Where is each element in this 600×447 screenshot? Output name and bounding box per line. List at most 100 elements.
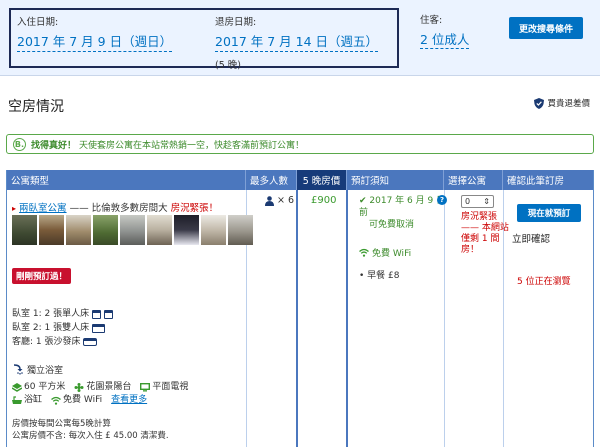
flower-icon bbox=[74, 383, 84, 392]
bed-text: 臥室 2: 1 張雙人床 bbox=[12, 323, 90, 333]
help-icon[interactable]: ? bbox=[437, 195, 447, 205]
header-price[interactable]: 5 晚房價 bbox=[297, 170, 347, 190]
recently-booked-badge: 剛剛預訂過！ bbox=[12, 268, 72, 284]
header-conditions: 預訂須知 bbox=[347, 170, 444, 190]
popularity-notice: B. 找得真好！ 天使套房公寓在本站常熱銷一空，快趁客滿前預訂公寓！ bbox=[6, 134, 594, 154]
bed-line: 臥室 2: 1 張雙人床 bbox=[12, 321, 113, 335]
garden-label: 花園景陽台 bbox=[86, 382, 132, 392]
select-arrows-icon: ⇕ bbox=[483, 197, 490, 206]
bed-line: 客廳: 1 張沙發床 bbox=[12, 335, 113, 349]
cancel-date-text: 2017 年 6 月 9 日前 bbox=[359, 196, 446, 218]
shield-check-icon bbox=[534, 97, 545, 109]
room-photo[interactable] bbox=[39, 215, 64, 245]
check-icon: ✔ bbox=[359, 196, 367, 206]
max-persons-cell: × 6 bbox=[265, 195, 294, 206]
room-photo[interactable] bbox=[12, 215, 37, 245]
room-title-line: ▸ 兩臥室公寓 —— 比倫敦多數房間大 房況緊張！ bbox=[12, 200, 218, 214]
scarcity-warning: 房況緊張 —— 本網站僅剩 1 間房！ bbox=[461, 212, 509, 255]
bed-line: 臥室 1: 2 張單人床 bbox=[12, 307, 114, 321]
checkin-date[interactable]: 2017 年 7 月 9 日（週日） bbox=[17, 31, 173, 52]
checkout-date[interactable]: 2017 年 7 月 14 日（週五） bbox=[215, 31, 379, 52]
notice-highlight: 找得真好！ bbox=[31, 140, 77, 151]
instant-confirmation: 立即確認 bbox=[512, 234, 551, 245]
facility-bath: 浴缸 bbox=[12, 394, 42, 407]
checkout-label: 退房日期: bbox=[215, 17, 257, 28]
table-header: 公寓類型 最多人數 5 晚房價 預訂須知 選擇公寓 確認此筆訂房 bbox=[7, 170, 593, 190]
facility-wifi: 免費 WiFi bbox=[51, 394, 102, 407]
change-search-button[interactable]: 更改搜尋條件 bbox=[509, 17, 583, 39]
guests-label: 住客: bbox=[420, 15, 443, 26]
nights-count: (5 晚) bbox=[215, 60, 241, 71]
bed-info: 臥室 1: 2 張單人床 臥室 2: 1 張雙人床 客廳: 1 張沙發床 bbox=[12, 307, 114, 349]
person-icon bbox=[265, 195, 274, 206]
free-cancel-label: 可免費取消 bbox=[369, 220, 415, 230]
max-persons-value: × 6 bbox=[277, 195, 295, 206]
header-select: 選擇公寓 bbox=[444, 170, 503, 190]
room-description: —— 比倫敦多數房間大 bbox=[69, 203, 168, 214]
breakfast-info: • 早餐 £8 bbox=[359, 271, 400, 281]
dates-box: 入住日期: 2017 年 7 月 9 日（週日） 退房日期: 2017 年 7 … bbox=[9, 8, 399, 71]
shower-icon bbox=[13, 364, 23, 375]
room-photos bbox=[12, 215, 253, 245]
room-photo[interactable] bbox=[93, 215, 118, 245]
wifi-icon bbox=[51, 396, 61, 405]
price-value: £900 bbox=[311, 195, 337, 206]
facility-tv: 平面電視 bbox=[140, 381, 188, 394]
conditions-cell: ✔ 2017 年 6 月 9 日前 可免費取消 ? bbox=[359, 195, 451, 231]
conditions-wifi-label: 免費 WiFi bbox=[372, 249, 412, 259]
room-photo[interactable] bbox=[201, 215, 226, 245]
single-bed-icon bbox=[92, 309, 102, 319]
availability-title: 空房情況 bbox=[8, 99, 64, 115]
bath-label: 浴缸 bbox=[24, 395, 43, 405]
search-summary-bar: 入住日期: 2017 年 7 月 9 日（週日） 退房日期: 2017 年 7 … bbox=[0, 0, 600, 76]
facility-line: 浴缸 免費 WiFi 查看更多 bbox=[12, 394, 194, 407]
facility-garden: 花園景陽台 bbox=[74, 381, 131, 394]
pricing-note: 房價按每間公寓每5晚計算 公寓房價不含: 每次入住 £ 45.00 清潔費. bbox=[12, 418, 169, 442]
price-guarantee-link[interactable]: 買貴退差價 bbox=[534, 97, 590, 109]
bathroom-label: 獨立浴室 bbox=[27, 366, 64, 376]
double-bed-icon bbox=[92, 323, 106, 333]
guests-value[interactable]: 2 位成人 bbox=[420, 29, 470, 49]
header-room-type: 公寓類型 bbox=[7, 170, 246, 190]
wifi-icon bbox=[359, 248, 369, 257]
room-table: 公寓類型 最多人數 5 晚房價 預訂須知 選擇公寓 確認此筆訂房 ▸ 兩臥室公寓… bbox=[6, 170, 594, 447]
checkout-column: 退房日期: 2017 年 7 月 14 日（週五） (5 晚) bbox=[215, 14, 379, 71]
checkin-label: 入住日期: bbox=[17, 17, 59, 28]
header-confirm: 確認此筆訂房 bbox=[507, 176, 565, 187]
guests-column: 住客: 2 位成人 bbox=[420, 12, 470, 49]
room-photo[interactable] bbox=[228, 215, 253, 245]
area-label: 60 平方米 bbox=[24, 382, 66, 392]
room-photo[interactable] bbox=[174, 215, 199, 245]
wifi-label: 免費 WiFi bbox=[63, 395, 103, 405]
room-photo[interactable] bbox=[147, 215, 172, 245]
people-viewing: 5 位正在瀏覽 bbox=[517, 277, 571, 287]
facility-line: 60 平方米 花園景陽台 平面電視 bbox=[12, 381, 194, 394]
price-column-right-border bbox=[346, 190, 348, 447]
conditions-wifi: 免費 WiFi bbox=[359, 246, 411, 259]
pricing-note-line: 房價按每間公寓每5晚計算 bbox=[12, 419, 111, 429]
tv-label: 平面電視 bbox=[152, 382, 189, 392]
facility-area: 60 平方米 bbox=[12, 381, 65, 394]
bed-text: 臥室 1: 2 張單人床 bbox=[12, 309, 90, 319]
room-hot-label: 房況緊張！ bbox=[170, 203, 219, 214]
room-quantity-select[interactable]: 0 ⇕ bbox=[461, 195, 494, 208]
see-more-link[interactable]: 查看更多 bbox=[111, 394, 147, 407]
room-photo[interactable] bbox=[120, 215, 145, 245]
bed-text: 客廳: 1 張沙發床 bbox=[12, 337, 81, 347]
tv-icon bbox=[140, 383, 151, 392]
single-bed-icon bbox=[104, 309, 114, 319]
notice-message: 天使套房公寓在本站常熱銷一空，快趁客滿前預訂公寓！ bbox=[79, 140, 305, 151]
area-icon bbox=[12, 383, 22, 392]
price-column-left-border bbox=[296, 190, 298, 447]
quantity-value: 0 bbox=[465, 197, 471, 206]
price-guarantee-label: 買貴退差價 bbox=[547, 99, 590, 109]
room-facilities: 60 平方米 花園景陽台 平面電視 浴缸 免費 WiFi 查看更多 bbox=[12, 381, 194, 407]
private-bathroom: 獨立浴室 bbox=[12, 363, 63, 376]
expand-triangle-icon: ▸ bbox=[12, 204, 17, 213]
breakfast-label: 早餐 £8 bbox=[367, 271, 400, 281]
room-photo[interactable] bbox=[66, 215, 91, 245]
room-name-link[interactable]: 兩臥室公寓 bbox=[19, 203, 67, 214]
checkin-column: 入住日期: 2017 年 7 月 9 日（週日） bbox=[17, 14, 173, 52]
book-now-button[interactable]: 現在就預訂 bbox=[517, 204, 581, 222]
pricing-note-line: 公寓房價不含: 每次入住 £ 45.00 清潔費. bbox=[12, 431, 169, 441]
